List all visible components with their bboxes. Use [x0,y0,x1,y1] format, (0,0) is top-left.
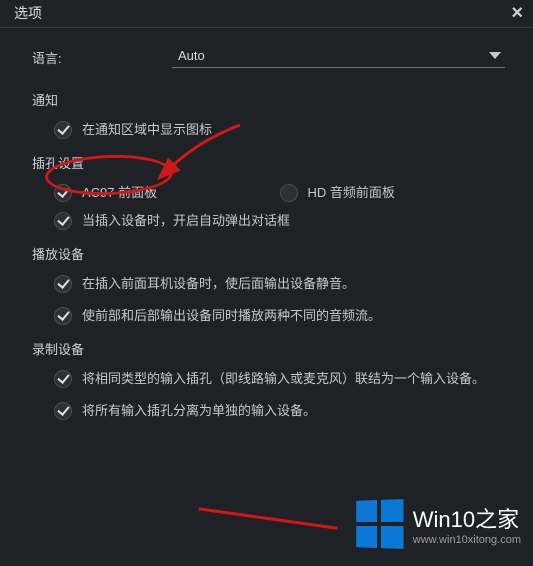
split-input-option[interactable]: 将所有输入插孔分离为单独的输入设备。 [54,402,505,420]
notify-tray-option[interactable]: 在通知区域中显示图标 [54,121,505,139]
autopopup-option[interactable]: 当插入设备时，开启自动弹出对话框 [54,212,505,230]
notify-section: 通知 在通知区域中显示图标 [32,90,505,139]
playback-section: 播放设备 在插入前面耳机设备时，使后面输出设备静音。 使前部和后部输出设备同时播… [32,244,505,325]
checkbox-icon[interactable] [54,275,72,293]
record-section: 录制设备 将相同类型的输入插孔（即线路输入或麦克风）联结为一个输入设备。 将所有… [32,339,505,420]
dual-stream-label: 使前部和后部输出设备同时播放两种不同的音频流。 [82,307,381,325]
notify-title: 通知 [32,90,505,109]
language-select[interactable]: Auto [172,46,505,68]
windows-logo-icon [356,499,403,549]
language-value: Auto [178,48,205,63]
ac97-label: AC97 前面板 [82,184,157,202]
ac97-option[interactable]: AC97 前面板 [54,184,280,202]
split-input-label: 将所有输入插孔分离为单独的输入设备。 [82,402,316,420]
jack-section: 插孔设置 AC97 前面板 HD 音频前面板 当插入设备时，开启自动弹出对话框 [32,153,505,230]
mute-rear-option[interactable]: 在插入前面耳机设备时，使后面输出设备静音。 [54,275,505,293]
jack-title: 插孔设置 [32,153,505,172]
record-title: 录制设备 [32,339,505,358]
chevron-down-icon [489,52,501,59]
watermark-title: Win10之家 [413,502,521,534]
notify-tray-label: 在通知区域中显示图标 [82,121,212,139]
title-bar: 选项 × [0,0,533,28]
window-title: 选项 [14,3,42,23]
language-row: 语言: Auto [32,46,505,68]
mute-rear-label: 在插入前面耳机设备时，使后面输出设备静音。 [82,275,355,293]
merge-input-option[interactable]: 将相同类型的输入插孔（即线路输入或麦克风）联结为一个输入设备。 [54,370,505,388]
merge-input-label: 将相同类型的输入插孔（即线路输入或麦克风）联结为一个输入设备。 [82,370,485,388]
checkbox-icon[interactable] [54,402,72,420]
watermark: Win10之家 www.win10xitong.com [355,500,521,548]
checkbox-icon[interactable] [54,121,72,139]
autopopup-label: 当插入设备时，开启自动弹出对话框 [82,212,290,230]
hd-audio-option[interactable]: HD 音频前面板 [280,184,506,202]
playback-title: 播放设备 [32,244,505,263]
checkbox-icon[interactable] [54,212,72,230]
hd-audio-label: HD 音频前面板 [308,184,395,202]
dual-stream-option[interactable]: 使前部和后部输出设备同时播放两种不同的音频流。 [54,307,505,325]
language-label: 语言: [32,48,172,67]
checkbox-icon[interactable] [54,370,72,388]
watermark-url: www.win10xitong.com [413,534,521,546]
checkbox-icon[interactable] [54,307,72,325]
content-area: 语言: Auto 通知 在通知区域中显示图标 插孔设置 AC97 前面板 HD … [0,28,533,444]
close-icon[interactable]: × [511,4,523,22]
jack-panel-row: AC97 前面板 HD 音频前面板 [54,184,505,202]
watermark-text: Win10之家 www.win10xitong.com [413,502,521,546]
checkbox-icon[interactable] [280,184,298,202]
annotation-line [198,507,337,529]
checkbox-icon[interactable] [54,184,72,202]
